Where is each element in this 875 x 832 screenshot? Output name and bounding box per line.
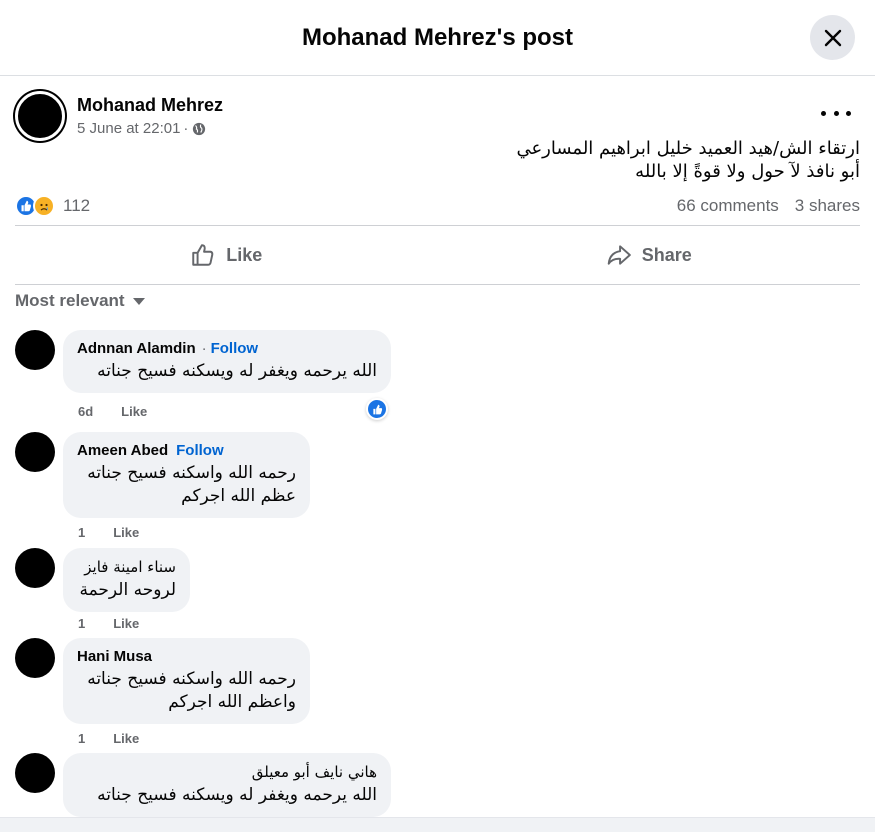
comment-age[interactable]: 1 (78, 616, 85, 631)
shares-count[interactable]: 3 shares (795, 196, 860, 216)
comment-author[interactable]: Ameen Abed (77, 442, 168, 459)
comment-bubble: Ameen Abed Follow رحمه الله واسكنه فسيح … (63, 432, 310, 518)
comment-author-row: Adnnan Alamdin · Follow (77, 340, 377, 357)
comment-age[interactable]: 1 (78, 731, 85, 746)
more-options-button[interactable] (821, 103, 851, 123)
follow-separator: · (201, 340, 207, 357)
reaction-count[interactable]: 112 (63, 196, 90, 216)
comment-text-line: رحمه الله واسكنه فسيح جناته (87, 669, 296, 689)
comments-count[interactable]: 66 comments (677, 196, 779, 216)
comment-like-button[interactable]: Like (113, 616, 139, 631)
author-name[interactable]: Mohanad Mehrez (77, 95, 223, 116)
author-avatar[interactable] (15, 91, 65, 141)
post-stats: 66 comments 3 shares (677, 196, 860, 216)
comment-bubble: سناء امينة فايز لروحه الرحمة (63, 548, 190, 612)
comment-bubble: Adnnan Alamdin · Follow الله يرحمه ويغفر… (63, 330, 391, 393)
sort-label: Most relevant (15, 291, 125, 310)
dot-icon (833, 110, 839, 116)
post-scroll-area[interactable]: Mohanad Mehrez 5 June at 22:01 · ارتقاء … (0, 77, 875, 817)
comment-text-line: واعظم الله اجركم (168, 692, 296, 712)
post-modal: Mohanad Mehrez's post Mohanad Mehrez 5 J… (0, 0, 875, 832)
commenter-avatar[interactable] (15, 432, 55, 472)
comment-text: الله يرحمه ويغفر له ويسكنه فسيح جناته (97, 361, 377, 381)
commenter-avatar[interactable] (15, 548, 55, 588)
comment-text-line: عظم الله اجركم (181, 486, 296, 506)
caret-down-icon (132, 297, 145, 305)
comment-text: الله يرحمه ويغفر له ويسكنه فسيح جناته (97, 785, 377, 805)
comment: Ameen Abed Follow رحمه الله واسكنه فسيح … (15, 432, 310, 518)
meta-separator: · (183, 120, 189, 137)
comment-like-button[interactable]: Like (113, 525, 139, 540)
dot-icon (821, 110, 826, 116)
comment-author-row: Ameen Abed Follow (77, 442, 296, 459)
post-meta: 5 June at 22:01 · (77, 120, 223, 137)
comment-actions: 1 Like (78, 616, 139, 631)
comment: Adnnan Alamdin · Follow الله يرحمه ويغفر… (15, 330, 391, 393)
comment-sort-dropdown[interactable]: Most relevant (15, 291, 145, 311)
comment-actions: 6d Like (78, 404, 147, 419)
post-author-row: Mohanad Mehrez 5 June at 22:01 · (15, 91, 223, 141)
commenter-avatar[interactable] (15, 330, 55, 370)
modal-footer (0, 817, 875, 832)
page-title: Mohanad Mehrez's post (301, 23, 574, 51)
comment-age[interactable]: 6d (78, 404, 93, 419)
comment-author[interactable]: هاني نايف أبو معيلق (77, 763, 377, 781)
commenter-avatar[interactable] (15, 638, 55, 678)
post-timestamp[interactable]: 5 June at 22:01 (77, 120, 180, 137)
comment-age[interactable]: 1 (78, 525, 85, 540)
comment-actions: 1 Like (78, 525, 139, 540)
comment: هاني نايف أبو معيلق الله يرحمه ويغفر له … (15, 753, 391, 817)
share-icon (607, 245, 631, 265)
comment-actions: 1 Like (78, 731, 139, 746)
close-icon (824, 29, 841, 46)
sad-icon (33, 195, 55, 217)
globe-icon (193, 122, 206, 135)
dot-icon (846, 110, 851, 116)
like-icon (372, 404, 382, 414)
comment-author[interactable]: سناء امينة فايز (77, 558, 176, 576)
post-text: ارتقاء الش/هيد العميد خليل ابراهيم المسا… (160, 137, 860, 183)
comment-bubble: هاني نايف أبو معيلق الله يرحمه ويغفر له … (63, 753, 391, 817)
follow-button[interactable]: Follow (176, 442, 224, 459)
close-button[interactable] (810, 15, 855, 60)
post-text-line: ارتقاء الش/هيد العميد خليل ابراهيم المسا… (516, 138, 860, 159)
comment-like-button[interactable]: Like (113, 731, 139, 746)
follow-button[interactable]: Follow (211, 340, 259, 357)
modal-header: Mohanad Mehrez's post (0, 0, 875, 76)
comment-bubble: Hani Musa رحمه الله واسكنه فسيح جناته وا… (63, 638, 310, 724)
post-text-line: أبو نافذ لآ حول ولا قوةً إلا بالله (635, 161, 860, 182)
comment-like-button[interactable]: Like (121, 404, 147, 419)
comment-reaction-badge[interactable] (366, 398, 388, 420)
comment-author[interactable]: Hani Musa (77, 648, 296, 665)
comment-author[interactable]: Adnnan Alamdin (77, 340, 196, 357)
like-button[interactable]: Like (15, 226, 438, 284)
post-actions: Like Share (15, 225, 860, 285)
thumbs-up-icon (192, 244, 214, 266)
comment-text: لروحه الرحمة (79, 580, 176, 600)
reaction-icons[interactable] (15, 195, 55, 217)
comment-text-line: رحمه الله واسكنه فسيح جناته (87, 463, 296, 483)
like-label: Like (226, 244, 263, 265)
share-button[interactable]: Share (438, 226, 861, 284)
commenter-avatar[interactable] (15, 753, 55, 793)
share-label: Share (641, 244, 692, 265)
comment: Hani Musa رحمه الله واسكنه فسيح جناته وا… (15, 638, 310, 724)
comment: سناء امينة فايز لروحه الرحمة (15, 548, 190, 612)
reactions-summary: 112 66 comments 3 shares (15, 192, 860, 220)
